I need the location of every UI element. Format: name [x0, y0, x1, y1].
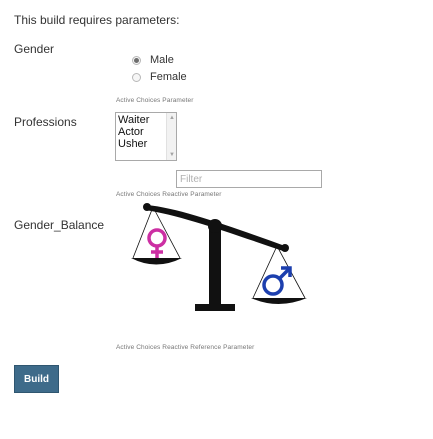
female-symbol-icon	[147, 228, 167, 258]
listbox-scrollbar[interactable]: ▲ ▼	[166, 113, 176, 160]
list-item[interactable]: Actor	[118, 126, 144, 138]
intro-text: This build requires parameters:	[14, 13, 180, 27]
gender-label: Gender	[14, 42, 55, 56]
gender-option-male[interactable]: Male	[132, 54, 174, 67]
gender-caption: Active Choices Parameter	[116, 97, 194, 104]
female-radio[interactable]	[132, 73, 141, 82]
gender-balance-label: Gender_Balance	[14, 218, 105, 232]
gender-option-female[interactable]: Female	[132, 71, 187, 84]
male-radio[interactable]	[132, 56, 141, 65]
build-button[interactable]: Build	[14, 365, 59, 393]
scroll-up-icon[interactable]: ▲	[168, 114, 176, 122]
list-item[interactable]: Usher	[118, 138, 147, 150]
gender-balance-caption: Active Choices Reactive Reference Parame…	[116, 344, 255, 351]
male-radio-label: Male	[150, 54, 174, 66]
male-symbol-icon	[262, 266, 292, 296]
female-radio-label: Female	[150, 71, 187, 83]
gender-balance-scale-image	[131, 203, 307, 311]
list-item[interactable]: Waiter	[118, 114, 149, 126]
professions-listbox[interactable]: Waiter Actor Usher ▲ ▼	[115, 112, 177, 161]
professions-label: Professions	[14, 115, 77, 129]
build-parameters-page: This build requires parameters: Gender M…	[0, 0, 433, 439]
scroll-down-icon[interactable]: ▼	[168, 151, 176, 159]
professions-filter-input[interactable]	[176, 170, 322, 188]
